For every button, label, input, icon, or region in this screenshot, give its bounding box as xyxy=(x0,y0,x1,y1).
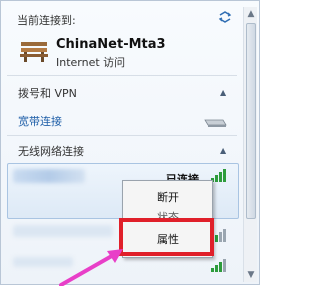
scroll-down-arrow-icon[interactable]: ▼ xyxy=(244,268,258,282)
section-dialup-vpn: 拨号和 VPN xyxy=(18,87,77,100)
scrollbar[interactable]: ▲ ▼ xyxy=(243,7,257,282)
bench-network-icon xyxy=(20,42,48,62)
signal-strength-icon xyxy=(211,259,226,272)
broadband-connection-item[interactable]: 宽带连接 xyxy=(18,113,62,129)
section-wireless: 无线网络连接 xyxy=(18,145,84,158)
context-menu-disconnect[interactable]: 断开 xyxy=(157,189,179,205)
refresh-network-icon[interactable] xyxy=(217,9,233,25)
divider xyxy=(7,135,237,136)
scroll-up-arrow-icon[interactable]: ▲ xyxy=(244,7,258,21)
collapse-chevron-icon[interactable]: ▲ xyxy=(220,88,226,97)
current-connection-header: 当前连接到: xyxy=(17,14,76,27)
current-network-name: ChinaNet-Mta3 xyxy=(56,37,166,52)
modem-icon xyxy=(204,119,227,127)
properties-highlight-box xyxy=(119,218,214,256)
redacted-network-item[interactable] xyxy=(13,257,73,267)
network-flyout-panel: ▲ ▼ 当前连接到: ChinaNet-Mta3 Internet 访问 拨号和… xyxy=(0,0,260,286)
scroll-thumb[interactable] xyxy=(246,23,256,219)
divider xyxy=(7,75,237,76)
redacted-network-name xyxy=(13,169,85,183)
redacted-network-item[interactable] xyxy=(13,225,113,237)
collapse-chevron-icon[interactable]: ▲ xyxy=(220,146,226,155)
current-network-access: Internet 访问 xyxy=(56,56,126,69)
